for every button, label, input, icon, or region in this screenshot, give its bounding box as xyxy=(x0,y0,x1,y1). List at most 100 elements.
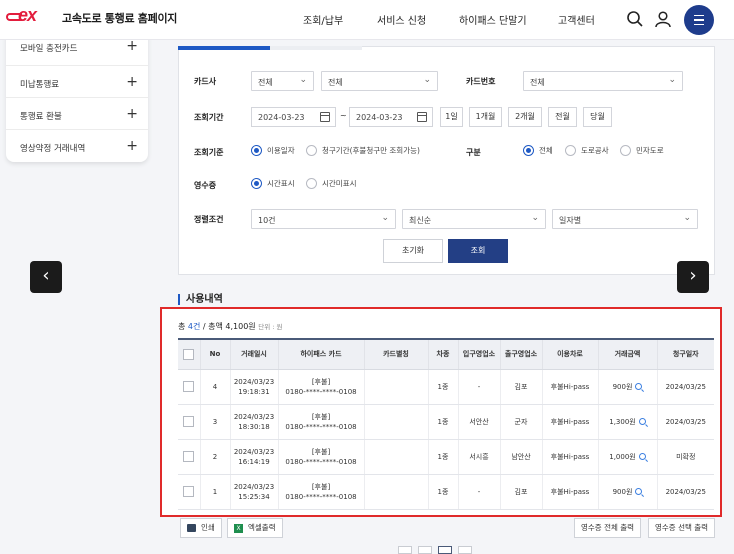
date-from-input[interactable]: 2024-03-23 xyxy=(251,107,336,127)
cell-amount: 1,300원 xyxy=(598,404,658,440)
criteria-usage-date-radio[interactable]: 이용일자 xyxy=(251,145,295,156)
menu-icon[interactable] xyxy=(684,5,714,35)
zoom-icon[interactable] xyxy=(638,452,646,460)
nav-service-apply[interactable]: 서비스 신청 xyxy=(377,12,426,27)
search-button[interactable]: 조회 xyxy=(448,239,508,263)
col-lane: 이용차로 xyxy=(542,338,599,370)
cell-exit: 김포 xyxy=(500,474,543,510)
tab-inactive-indicator[interactable] xyxy=(270,46,362,50)
receipt-show-time-radio[interactable]: 시간표시 xyxy=(251,178,295,189)
cell-alias xyxy=(364,439,429,475)
print-button[interactable]: 인쇄 xyxy=(180,518,222,538)
period-2month-button[interactable]: 2개월 xyxy=(508,107,542,127)
section-expressway-radio[interactable]: 도로공사 xyxy=(565,145,609,156)
card-company-label: 카드사 xyxy=(194,77,217,86)
sort-label: 정렬조건 xyxy=(194,215,224,224)
date-to-input[interactable]: 2024-03-23 xyxy=(349,107,433,127)
sort-group-select[interactable]: 일자별 ⌄ xyxy=(552,209,698,229)
cell-vehicle: 1종 xyxy=(428,439,459,475)
cell-no: 4 xyxy=(200,369,231,405)
chevron-down-icon: ⌄ xyxy=(381,213,389,223)
table-row: 3 2024/03/23 18:30:18 [후불] 0180-****-****-… xyxy=(178,404,714,440)
cell-no: 2 xyxy=(200,439,231,475)
cell-vehicle: 1종 xyxy=(428,474,459,510)
zoom-icon[interactable] xyxy=(638,417,646,425)
user-icon[interactable] xyxy=(654,10,672,28)
excel-icon: X xyxy=(234,523,243,533)
cell-bill-date: 2024/03/25 xyxy=(657,404,714,440)
plus-icon: + xyxy=(126,138,138,154)
site-logo[interactable]: ex 고속도로 통행료 홈페이지 xyxy=(6,5,177,28)
plus-icon: + xyxy=(126,106,138,122)
sidebar-item-video-contract[interactable]: 영상약정 거래내역 + xyxy=(6,130,148,162)
zoom-icon[interactable] xyxy=(635,382,643,390)
row-checkbox[interactable] xyxy=(178,369,201,405)
row-checkbox[interactable] xyxy=(178,404,201,440)
receipt-print-selected-button[interactable]: 영수증 선택 출력 xyxy=(648,518,716,538)
period-label: 조회기간 xyxy=(194,113,224,122)
cell-datetime: 2024/03/23 15:25:34 xyxy=(230,474,279,510)
criteria-billing-period-radio[interactable]: 청구기간(후불청구만 조회가능) xyxy=(306,145,420,156)
select-all-checkbox[interactable] xyxy=(178,338,201,370)
col-amount: 거래금액 xyxy=(598,338,658,370)
row-checkbox[interactable] xyxy=(178,474,201,510)
nav-inquiry-payment[interactable]: 조회/납부 xyxy=(303,12,343,27)
sort-order-select[interactable]: 최신순 ⌄ xyxy=(402,209,546,229)
chevron-down-icon: ⌄ xyxy=(299,75,307,85)
receipt-hide-time-radio[interactable]: 시간미표시 xyxy=(306,178,357,189)
sidebar-item-unpaid-toll[interactable]: 미납통행료 + xyxy=(6,66,148,98)
tab-active-indicator[interactable] xyxy=(178,46,270,50)
pagination-prev[interactable] xyxy=(418,546,432,554)
period-1month-button[interactable]: 1개월 xyxy=(469,107,502,127)
col-vehicle: 차종 xyxy=(428,338,459,370)
sidebar-item-label: 통행료 환불 xyxy=(20,112,62,122)
receipt-print-all-button[interactable]: 영수증 전체 출력 xyxy=(574,518,642,538)
usage-section-title: 사용내역 xyxy=(178,294,223,305)
chevron-down-icon: ⌄ xyxy=(531,213,539,223)
sidebar-item-label: 영상약정 거래내역 xyxy=(20,144,86,154)
table-header-row: No 거래일시 하이패스 카드 카드별칭 차종 입구영업소 출구영업소 이용차로… xyxy=(178,338,714,370)
section-all-radio[interactable]: 전체 xyxy=(523,145,553,156)
col-alias: 카드별칭 xyxy=(364,338,429,370)
nav-customer-center[interactable]: 고객센터 xyxy=(558,12,595,27)
search-icon[interactable] xyxy=(626,10,644,28)
card-type-select[interactable]: 전체 ⌄ xyxy=(321,71,438,91)
prev-arrow-icon[interactable]: ‹ xyxy=(30,261,62,293)
card-number-select[interactable]: 전체 ⌄ xyxy=(523,71,683,91)
cell-entry: - xyxy=(458,369,501,405)
next-arrow-icon[interactable]: › xyxy=(677,261,709,293)
excel-export-button[interactable]: X 엑셀출력 xyxy=(227,518,283,538)
col-entry: 입구영업소 xyxy=(458,338,501,370)
cell-lane: 후불Hi-pass xyxy=(542,439,599,475)
period-1day-button[interactable]: 1일 xyxy=(440,107,463,127)
pagination-next[interactable] xyxy=(458,546,472,554)
table-row: 1 2024/03/23 15:25:34 [후불] 0180-****-****-… xyxy=(178,474,714,510)
period-last-month-button[interactable]: 전월 xyxy=(548,107,577,127)
calendar-icon xyxy=(320,112,330,122)
row-checkbox[interactable] xyxy=(178,439,201,475)
pagination-page[interactable] xyxy=(438,546,452,554)
sidebar-item-label: 모바일 충전카드 xyxy=(20,44,78,54)
pagination-first[interactable] xyxy=(398,546,412,554)
cell-no: 1 xyxy=(200,474,231,510)
plus-icon: + xyxy=(126,74,138,90)
period-this-month-button[interactable]: 당월 xyxy=(583,107,612,127)
nav-hipass-device[interactable]: 하이패스 단말기 xyxy=(459,12,527,27)
cell-card: [후불] 0180-****-****-0108 xyxy=(278,439,365,475)
cell-alias xyxy=(364,369,429,405)
cell-bill-date: 2024/03/25 xyxy=(657,369,714,405)
cell-card: [후불] 0180-****-****-0108 xyxy=(278,369,365,405)
section-private-road-radio[interactable]: 민자도로 xyxy=(620,145,664,156)
chevron-down-icon: ⌄ xyxy=(423,75,431,85)
zoom-icon[interactable] xyxy=(635,487,643,495)
reset-button[interactable]: 초기화 xyxy=(383,239,443,263)
cell-amount: 900원 xyxy=(598,474,658,510)
sort-count-select[interactable]: 10건 ⌄ xyxy=(251,209,396,229)
sidebar-item-toll-refund[interactable]: 통행료 환불 + xyxy=(6,98,148,130)
chevron-down-icon: ⌄ xyxy=(668,75,676,85)
card-company-select[interactable]: 전체 ⌄ xyxy=(251,71,314,91)
ex-logo-icon: ex xyxy=(6,5,52,28)
calendar-icon xyxy=(417,112,427,122)
col-card: 하이패스 카드 xyxy=(278,338,365,370)
sidebar-item-label: 미납통행료 xyxy=(20,80,60,90)
